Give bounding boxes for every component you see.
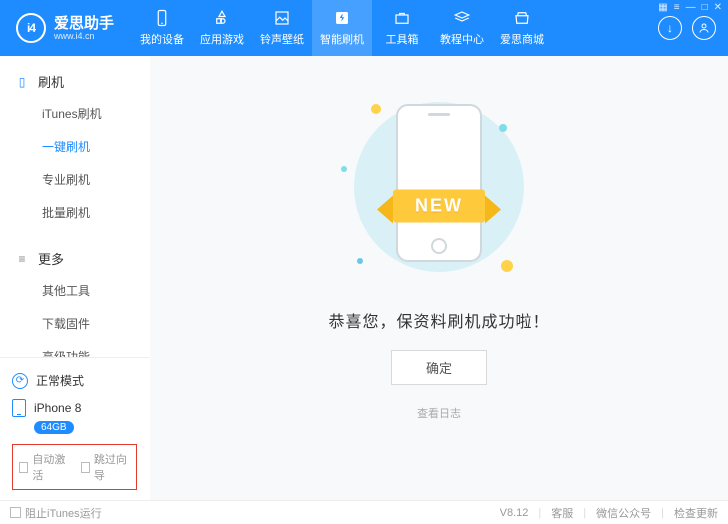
nav-flash[interactable]: 智能刷机 (312, 0, 372, 56)
nav-store[interactable]: 爱思商城 (492, 0, 552, 56)
success-illustration: NEW (329, 96, 549, 286)
nav-ringtones[interactable]: 铃声壁纸 (252, 0, 312, 56)
main-panel: NEW 恭喜您，保资料刷机成功啦！ 确定 查看日志 (150, 56, 728, 500)
nav-label: 应用游戏 (200, 31, 244, 47)
version-label: V8.12 (500, 507, 529, 519)
nav-my-device[interactable]: 我的设备 (132, 0, 192, 56)
minimize-icon[interactable]: — (686, 2, 696, 13)
wechat-link[interactable]: 微信公众号 (596, 505, 651, 521)
logo-title: 爱思助手 (54, 16, 114, 31)
logo-mark: i4 (16, 13, 46, 43)
phone-outline-icon: ▯ (14, 75, 30, 89)
device-mode-label: 正常模式 (36, 372, 84, 389)
more-icon: ≡ (14, 252, 30, 266)
body: ▯ 刷机 iTunes刷机 一键刷机 专业刷机 批量刷机 ≡ 更多 其他工具 下… (0, 56, 728, 500)
checkbox-icon (19, 462, 28, 473)
nav-label: 铃声壁纸 (260, 31, 304, 47)
device-mode-row[interactable]: ⟳ 正常模式 (12, 368, 137, 393)
post-flash-options: 自动激活 跳过向导 (12, 444, 137, 490)
sidebar-item-other-tools[interactable]: 其他工具 (0, 274, 149, 307)
checkbox-label: 阻止iTunes运行 (25, 505, 102, 521)
device-row[interactable]: iPhone 8 (12, 393, 137, 419)
check-update-link[interactable]: 检查更新 (674, 505, 718, 521)
nav-label: 智能刷机 (320, 31, 364, 47)
phone-small-icon (12, 399, 26, 417)
download-button[interactable]: ↓ (658, 16, 682, 40)
checkbox-auto-activate[interactable]: 自动激活 (19, 451, 69, 483)
toolbox-icon (393, 9, 411, 27)
phone-icon (153, 9, 171, 27)
sidebar-item-batch-flash[interactable]: 批量刷机 (0, 196, 149, 229)
device-name: iPhone 8 (34, 401, 81, 415)
user-button[interactable] (692, 16, 716, 40)
sidebar-group-more: ≡ 更多 (0, 243, 149, 274)
support-link[interactable]: 客服 (551, 505, 573, 521)
apps-icon (213, 9, 231, 27)
sidebar-item-download-firmware[interactable]: 下载固件 (0, 307, 149, 340)
window-controls: ▦ ≡ — □ ✕ (658, 2, 722, 13)
confirm-button[interactable]: 确定 (391, 350, 487, 385)
gift-icon[interactable]: ▦ (658, 2, 667, 13)
checkbox-block-itunes[interactable]: 阻止iTunes运行 (10, 505, 102, 521)
sidebar-footer: ⟳ 正常模式 iPhone 8 64GB 自动激活 跳过向导 (0, 357, 149, 500)
flash-icon (333, 9, 351, 27)
nav-label: 教程中心 (440, 31, 484, 47)
sidebar-item-oneclick-flash[interactable]: 一键刷机 (0, 130, 149, 163)
phone-illustration-icon (396, 104, 482, 262)
nav-label: 爱思商城 (500, 31, 544, 47)
storage-badge: 64GB (34, 421, 74, 434)
checkbox-icon (10, 507, 21, 518)
app-logo: i4 爱思助手 www.i4.cn (0, 13, 126, 43)
checkbox-skip-wizard[interactable]: 跳过向导 (81, 451, 131, 483)
sidebar-item-advanced[interactable]: 高级功能 (0, 340, 149, 357)
menu-icon[interactable]: ≡ (674, 2, 680, 13)
close-icon[interactable]: ✕ (714, 2, 722, 13)
book-icon (453, 9, 471, 27)
maximize-icon[interactable]: □ (702, 2, 708, 13)
store-icon (513, 9, 531, 27)
status-bar: 阻止iTunes运行 V8.12 | 客服 | 微信公众号 | 检查更新 (0, 500, 728, 524)
sidebar-item-itunes-flash[interactable]: iTunes刷机 (0, 97, 149, 130)
ribbon-label: NEW (393, 190, 485, 223)
sidebar: ▯ 刷机 iTunes刷机 一键刷机 专业刷机 批量刷机 ≡ 更多 其他工具 下… (0, 56, 150, 500)
checkbox-icon (81, 462, 90, 473)
result-message: 恭喜您，保资料刷机成功啦！ (328, 308, 549, 332)
top-nav: 我的设备 应用游戏 铃声壁纸 智能刷机 工具箱 教程中心 爱思商城 (132, 0, 552, 56)
refresh-icon: ⟳ (12, 373, 28, 389)
nav-label: 工具箱 (386, 31, 419, 47)
nav-toolbox[interactable]: 工具箱 (372, 0, 432, 56)
sidebar-group-flash: ▯ 刷机 (0, 66, 149, 97)
checkbox-label: 自动激活 (32, 451, 68, 483)
nav-apps[interactable]: 应用游戏 (192, 0, 252, 56)
sidebar-item-pro-flash[interactable]: 专业刷机 (0, 163, 149, 196)
new-ribbon: NEW (393, 190, 485, 223)
header-actions: ↓ (658, 16, 728, 40)
nav-tutorials[interactable]: 教程中心 (432, 0, 492, 56)
nav-label: 我的设备 (140, 31, 184, 47)
logo-subtitle: www.i4.cn (54, 31, 114, 41)
view-log-link[interactable]: 查看日志 (417, 405, 461, 421)
sidebar-group-label: 更多 (38, 249, 64, 268)
sidebar-group-label: 刷机 (38, 72, 64, 91)
user-icon (698, 22, 710, 34)
app-header: ▦ ≡ — □ ✕ i4 爱思助手 www.i4.cn 我的设备 应用游戏 铃声… (0, 0, 728, 56)
checkbox-label: 跳过向导 (94, 451, 130, 483)
wallpaper-icon (273, 9, 291, 27)
